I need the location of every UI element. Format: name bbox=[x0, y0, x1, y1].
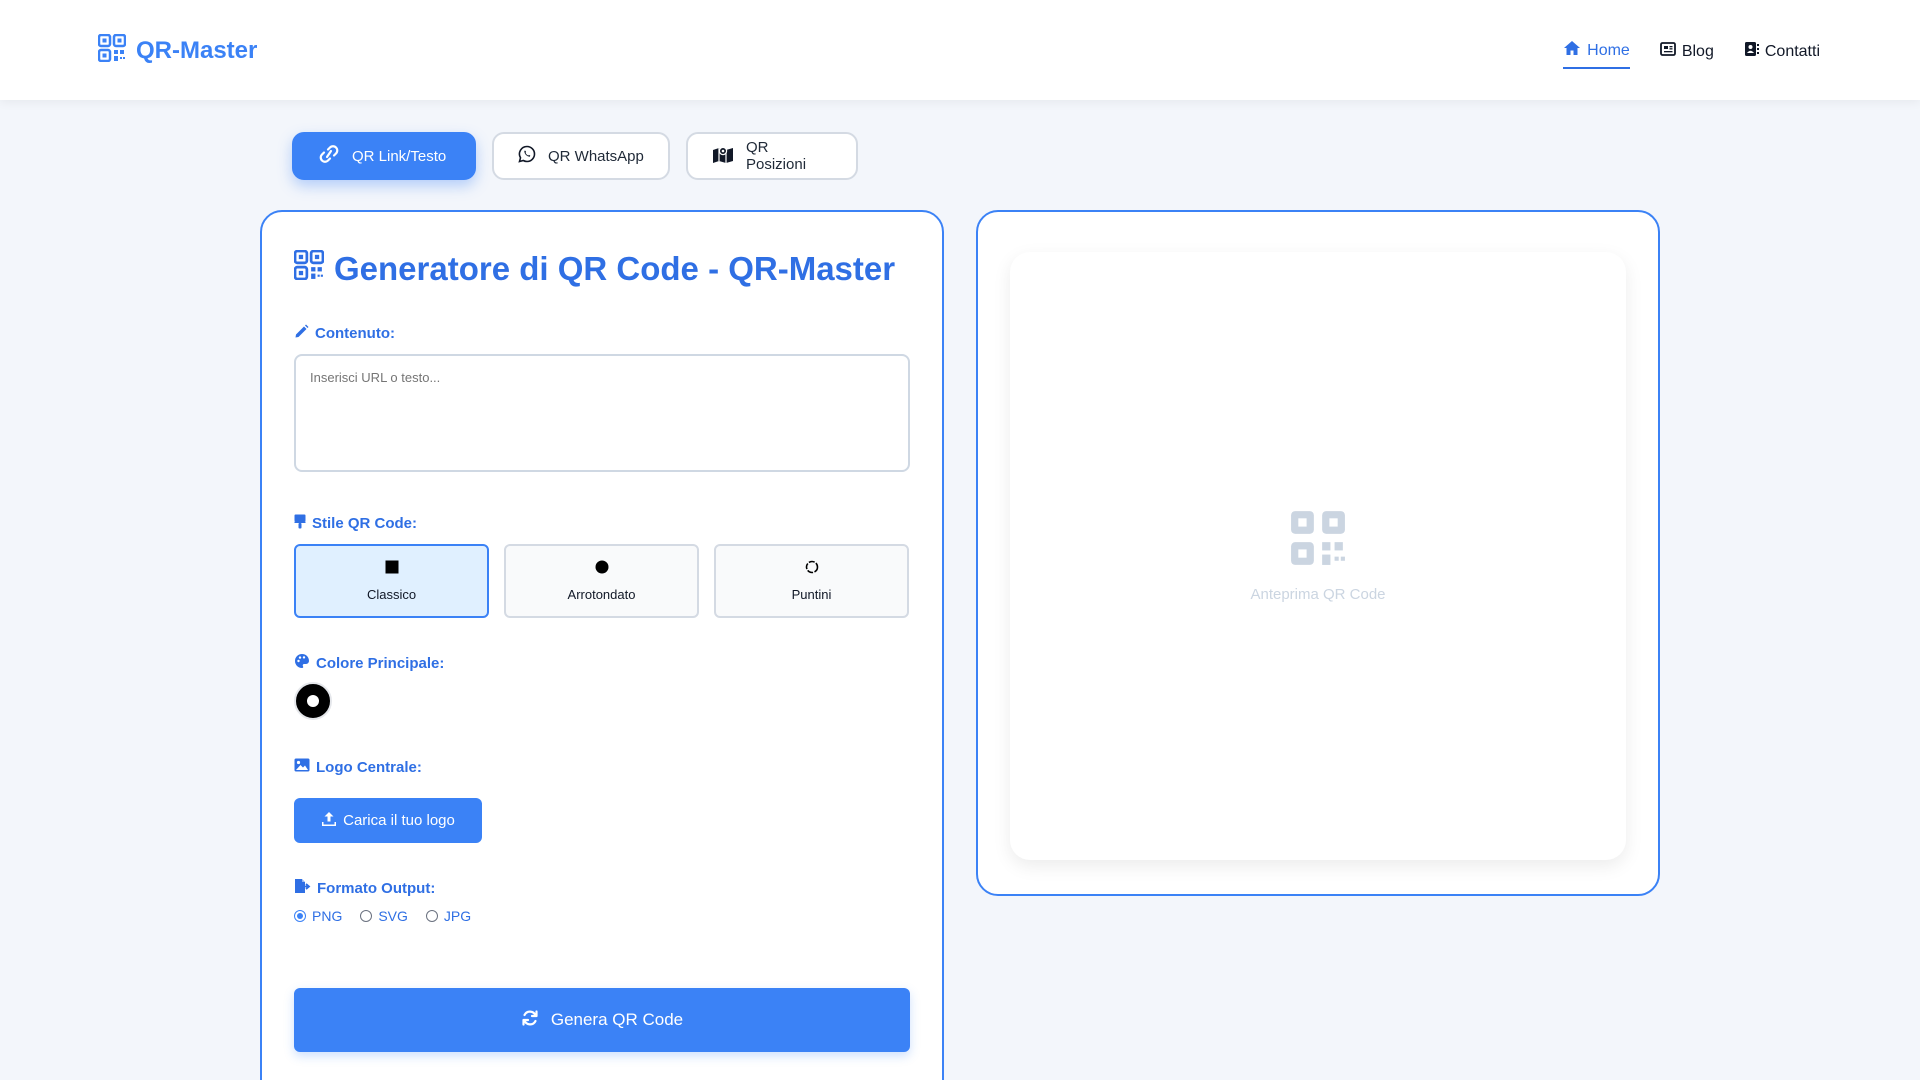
image-icon bbox=[294, 758, 310, 776]
format-label: Formato Output: bbox=[294, 878, 435, 898]
brand-name: QR-Master bbox=[136, 36, 258, 64]
format-option-label: PNG bbox=[312, 908, 343, 924]
pencil-icon bbox=[294, 324, 309, 343]
content-label-text: Contenuto: bbox=[315, 325, 395, 342]
preview-placeholder: Anteprima QR Code bbox=[1250, 586, 1386, 603]
link-icon bbox=[318, 145, 340, 167]
style-option-classico[interactable]: Classico bbox=[294, 544, 489, 618]
sync-icon bbox=[521, 1009, 539, 1032]
generator-title-text: Generatore di QR Code - QR-Master bbox=[334, 250, 896, 287]
style-label: Stile QR Code: bbox=[294, 514, 417, 533]
generator-panel: Generatore di QR Code - QR-Master Conten… bbox=[260, 210, 944, 1080]
color-label: Colore Principale: bbox=[294, 653, 444, 673]
palette-icon bbox=[294, 653, 310, 673]
preview-panel: Anteprima QR Code bbox=[976, 210, 1660, 896]
brand-logo[interactable]: QR-Master bbox=[97, 33, 258, 67]
qrcode-icon bbox=[1289, 509, 1347, 572]
nav-blog-label: Blog bbox=[1681, 42, 1714, 60]
format-label-text: Formato Output: bbox=[317, 879, 436, 897]
nav-contatti-label: Contatti bbox=[1764, 42, 1820, 60]
tab-qr-whatsapp[interactable]: QR WhatsApp bbox=[492, 132, 670, 180]
whatsapp-icon bbox=[518, 145, 536, 167]
dotted-circle-icon bbox=[805, 560, 819, 577]
main-nav: Home Blog Contatti bbox=[1563, 40, 1820, 69]
radio-button[interactable] bbox=[425, 910, 438, 922]
nav-contatti[interactable]: Contatti bbox=[1744, 40, 1820, 69]
style-option-label: Arrotondato bbox=[567, 587, 636, 602]
style-option-label: Puntini bbox=[791, 587, 832, 602]
top-navbar: QR-Master Home Blog Contatti bbox=[0, 0, 1920, 100]
qrcode-icon bbox=[293, 249, 325, 288]
format-option-jpg[interactable]: JPG bbox=[425, 908, 472, 924]
tab-label: QR WhatsApp bbox=[548, 147, 644, 165]
newspaper-icon bbox=[1659, 42, 1676, 61]
file-export-icon bbox=[294, 878, 311, 898]
color-label-text: Colore Principale: bbox=[316, 654, 445, 672]
format-options: PNG SVG JPG bbox=[294, 908, 471, 924]
nav-home-label: Home bbox=[1587, 41, 1630, 59]
format-option-svg[interactable]: SVG bbox=[360, 908, 408, 924]
generator-title: Generatore di QR Code - QR-Master bbox=[293, 249, 896, 288]
paint-brush-icon bbox=[294, 514, 306, 533]
format-option-label: JPG bbox=[443, 908, 472, 924]
generate-qr-label: Genera QR Code bbox=[550, 1010, 684, 1029]
format-option-png[interactable]: PNG bbox=[294, 908, 342, 924]
map-icon bbox=[712, 145, 734, 167]
color-picker[interactable] bbox=[294, 682, 332, 720]
circle-icon bbox=[595, 560, 609, 577]
upload-icon bbox=[321, 811, 337, 831]
upload-logo-button[interactable]: Carica il tuo logo bbox=[294, 798, 482, 843]
style-option-arrotondato[interactable]: Arrotondato bbox=[504, 544, 699, 618]
content-label: Contenuto: bbox=[294, 324, 395, 343]
nav-blog[interactable]: Blog bbox=[1659, 40, 1714, 69]
style-label-text: Stile QR Code: bbox=[312, 515, 418, 532]
format-option-label: SVG bbox=[378, 908, 408, 924]
contact-card-icon bbox=[1744, 41, 1759, 62]
tab-label: QR Link/Testo bbox=[352, 147, 447, 165]
content-textarea[interactable] bbox=[294, 354, 910, 472]
style-option-label: Classico bbox=[366, 587, 417, 602]
style-option-puntini[interactable]: Puntini bbox=[714, 544, 909, 618]
qr-preview-area: Anteprima QR Code bbox=[1010, 252, 1626, 860]
qr-type-tabs: QR Link/Testo QR WhatsApp QR Posizioni bbox=[292, 132, 858, 180]
qrcode-icon bbox=[97, 33, 127, 67]
logo-label: Logo Centrale: bbox=[294, 758, 422, 776]
radio-button[interactable] bbox=[360, 910, 373, 922]
home-icon bbox=[1563, 40, 1581, 61]
generate-qr-button[interactable]: Genera QR Code bbox=[294, 988, 910, 1052]
tab-qr-link-testo[interactable]: QR Link/Testo bbox=[292, 132, 476, 180]
tab-qr-posizioni[interactable]: QR Posizioni bbox=[686, 132, 858, 180]
nav-home[interactable]: Home bbox=[1563, 40, 1630, 69]
color-picker-indicator bbox=[307, 695, 319, 707]
square-icon bbox=[385, 560, 399, 577]
upload-logo-label: Carica il tuo logo bbox=[343, 812, 455, 829]
radio-button[interactable] bbox=[294, 910, 306, 922]
tab-label: QR Posizioni bbox=[746, 139, 807, 173]
logo-label-text: Logo Centrale: bbox=[316, 758, 422, 776]
